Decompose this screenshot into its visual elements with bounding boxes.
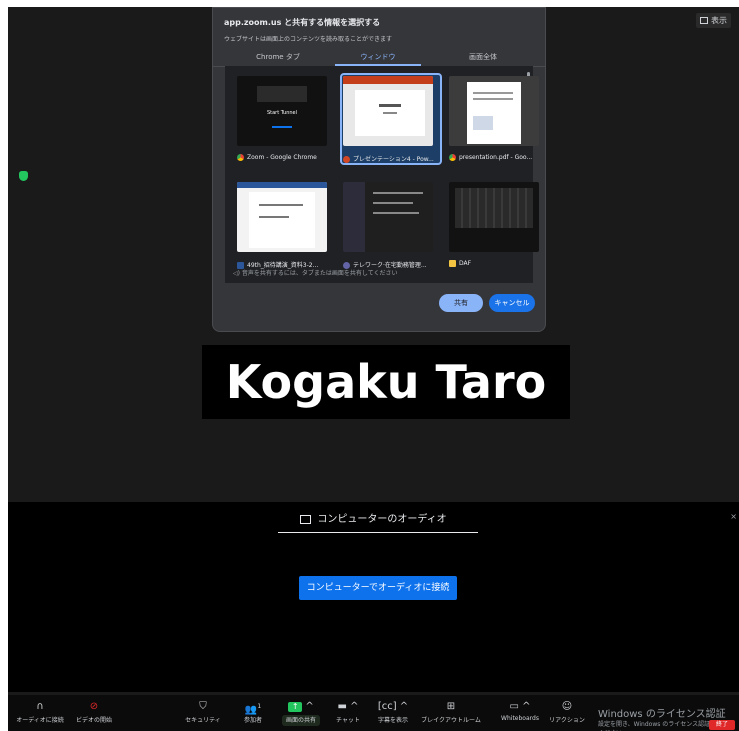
window-item-powerpoint[interactable]: プレゼンテーション4 - Pow... — [340, 73, 442, 165]
folder-icon — [449, 260, 456, 267]
end-meeting-button[interactable]: 終了 — [709, 720, 735, 730]
chrome-icon — [237, 154, 244, 161]
monitor-icon — [300, 514, 312, 524]
toolbar-security[interactable]: ⛉ セキュリティ — [176, 701, 230, 724]
audio-panel-title[interactable]: コンピューターのオーディオ — [8, 510, 739, 525]
toolbar-participants[interactable]: 👥1 参加者 — [230, 701, 276, 724]
share-tabs: Chrome タブ ウィンドウ 画面全体 — [213, 48, 545, 67]
window-label: プレゼンテーション4 - Pow... — [343, 154, 435, 163]
window-thumbnail — [237, 182, 327, 252]
whiteboard-icon: ▭ ^ — [509, 701, 531, 712]
video-off-icon: ⊘ — [89, 701, 99, 712]
toolbar-share-screen[interactable]: ↑ ^ 画面の共有 — [274, 701, 328, 726]
cancel-button[interactable]: キャンセル — [489, 294, 535, 312]
chat-icon: ▬ ^ — [337, 701, 359, 712]
window-thumbnail — [449, 182, 539, 252]
tab-entire-screen[interactable]: 画面全体 — [428, 52, 538, 62]
participants-icon: 👥1 — [244, 703, 262, 716]
window-grid: Start Tunnel Zoom - Google Chrome プレゼンテー… — [225, 66, 539, 283]
window-item-teams[interactable]: テレワーク·在宅勤務管理... — [343, 182, 435, 269]
zoom-meeting-window: 表示 Kogaku Taro app.zoom.us と共有する情報を選択する … — [8, 7, 739, 731]
view-label: 表示 — [711, 16, 727, 25]
window-label: presentation.pdf - Goo... — [449, 154, 541, 161]
toolbar-breakout[interactable]: ⊞ ブレイクアウトルーム — [416, 701, 486, 724]
reaction-icon: ☺ — [561, 701, 573, 712]
toolbar-audio[interactable]: ∩ オーディオに接続 — [10, 701, 70, 724]
thumb-text: Start Tunnel — [266, 110, 298, 116]
share-screen-icon: ↑ ^ — [274, 701, 328, 713]
window-item-word[interactable]: 49th_招待講演_資料3-2... — [237, 182, 329, 269]
participant-name-banner: Kogaku Taro — [202, 345, 570, 419]
window-label: Zoom - Google Chrome — [237, 154, 329, 161]
tab-chrome[interactable]: Chrome タブ — [223, 52, 333, 62]
encryption-shield-icon — [19, 171, 28, 181]
breakout-icon: ⊞ — [446, 701, 456, 712]
powerpoint-icon — [343, 156, 350, 163]
shield-icon: ⛉ — [199, 701, 207, 712]
window-item-zoom[interactable]: Start Tunnel Zoom - Google Chrome — [237, 76, 329, 161]
headphones-icon: ∩ — [36, 701, 44, 712]
window-thumbnail — [449, 76, 539, 146]
share-button[interactable]: 共有 — [439, 294, 483, 312]
dialog-title: app.zoom.us と共有する情報を選択する — [224, 18, 381, 27]
window-thumbnail — [343, 182, 433, 252]
close-icon[interactable]: × — [730, 512, 737, 521]
toolbar-chat[interactable]: ▬ ^ チャット — [324, 701, 372, 724]
view-icon — [700, 17, 708, 24]
dialog-subtitle: ウェブサイトは画面上のコンテンツを読み取ることができます — [224, 36, 393, 43]
windows-activation-title: Windows のライセンス認証 — [598, 709, 726, 720]
window-thumbnail: Start Tunnel — [237, 76, 327, 146]
toolbar-captions[interactable]: [cc] ^ 字幕を表示 — [368, 701, 418, 724]
audio-panel: コンピューターのオーディオ × コンピューターでオーディオに接続 — [8, 502, 739, 692]
toolbar-whiteboards[interactable]: ▭ ^ Whiteboards — [490, 701, 550, 722]
cc-icon: [cc] ^ — [377, 701, 409, 712]
toolbar-video[interactable]: ⊘ ビデオの開始 — [64, 701, 124, 724]
window-thumbnail — [343, 76, 433, 146]
window-item-folder[interactable]: DAF — [449, 182, 541, 267]
speaker-icon: ◁) — [233, 270, 240, 277]
window-item-pdf[interactable]: presentation.pdf - Goo... — [449, 76, 541, 161]
window-label: DAF — [449, 260, 541, 267]
join-computer-audio-button[interactable]: コンピューターでオーディオに接続 — [299, 576, 457, 600]
audio-share-hint: ◁) 音声を共有するには、タブまたは画面を共有してください — [233, 270, 398, 277]
audio-tab-underline — [278, 532, 478, 533]
view-button[interactable]: 表示 — [696, 13, 731, 28]
chrome-icon — [449, 154, 456, 161]
tab-window[interactable]: ウィンドウ — [323, 52, 433, 62]
share-screen-dialog: app.zoom.us と共有する情報を選択する ウェブサイトは画面上のコンテン… — [212, 7, 546, 332]
toolbar-reactions[interactable]: ☺ リアクション — [542, 701, 592, 724]
